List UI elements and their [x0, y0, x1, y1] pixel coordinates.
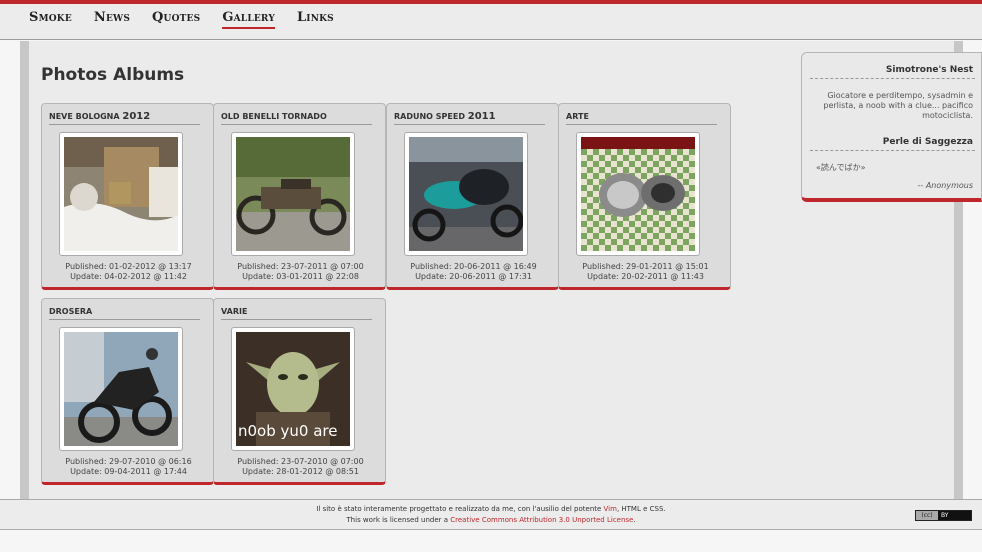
album-dates: Published: 23-07-2010 @ 07:00 Update: 28…: [214, 457, 387, 477]
sidebar-divider: [810, 78, 975, 79]
snowy-building-photo: [64, 137, 178, 251]
yoda-meme-photo: n0ob yu0 are: [236, 332, 350, 446]
creative-commons-badge-icon[interactable]: (cc) BY: [915, 510, 972, 521]
meme-caption: n0ob yu0 are: [238, 422, 337, 440]
sidebar-quote: «読んでばか»: [816, 163, 866, 172]
album-thumbnail[interactable]: n0ob yu0 are: [231, 327, 355, 451]
album-dates: Published: 20-06-2011 @ 16:49 Update: 20…: [387, 262, 560, 282]
album-card[interactable]: Varie n0ob yu0 are Published: 23-07-2010…: [213, 298, 386, 485]
album-title: Drosera: [49, 306, 200, 320]
updated-date: Update: 28-01-2012 @ 08:51: [242, 467, 359, 476]
album-thumbnail[interactable]: [231, 132, 355, 256]
album-card[interactable]: Arte Published: 29-01-2011 @ 15:01 Updat…: [558, 103, 731, 290]
vim-link[interactable]: Vim: [604, 505, 617, 513]
footer: Il sito è stato interamente progettato e…: [0, 499, 982, 530]
sidebar-quote-author: -- Anonymous: [917, 181, 973, 190]
album-thumbnail[interactable]: [404, 132, 528, 256]
metal-sculpture-photo: [581, 137, 695, 251]
album-thumbnail[interactable]: [59, 327, 183, 451]
album-thumbnail[interactable]: [59, 132, 183, 256]
album-title: Old Benelli Tornado: [221, 111, 372, 125]
album-dates: Published: 29-07-2010 @ 06:16 Update: 09…: [42, 457, 215, 477]
license-link[interactable]: Creative Commons Attribution 3.0 Unporte…: [450, 516, 633, 524]
published-date: Published: 29-01-2011 @ 15:01: [582, 262, 709, 271]
album-title: Varie: [221, 306, 372, 320]
sidebar-panel: Simotrone's Nest Giocatore e perditempo,…: [801, 52, 982, 202]
album-card[interactable]: Drosera Published: 29-07-2010 @ 06:16 Up…: [41, 298, 214, 485]
sidebar-description: Giocatore e perditempo, sysadmin e perli…: [823, 91, 973, 120]
nav-link-news[interactable]: News: [94, 10, 130, 29]
main-nav: Smoke News Quotes Gallery Links: [29, 10, 356, 29]
updated-date: Update: 03-01-2011 @ 22:08: [242, 272, 359, 281]
sidebar-title: Simotrone's Nest: [885, 65, 973, 75]
by-icon: BY: [938, 511, 971, 520]
sidebar-divider: [810, 150, 975, 151]
album-dates: Published: 01-02-2012 @ 13:17 Update: 04…: [42, 262, 215, 282]
old-motorcycle-photo: [236, 137, 350, 251]
green-motorcycle-photo: [409, 137, 524, 251]
album-card[interactable]: Neve Bologna 2012 Published: 01-02-2012 …: [41, 103, 214, 290]
footer-line-2: This work is licensed under a Creative C…: [346, 516, 636, 524]
album-card[interactable]: Raduno Speed 2011 Published: 20-06-2011 …: [386, 103, 559, 290]
album-dates: Published: 29-01-2011 @ 15:01 Update: 20…: [559, 262, 732, 282]
album-thumbnail[interactable]: [576, 132, 700, 256]
page-title: Photos Albums: [41, 65, 185, 85]
cc-icon: (cc): [916, 511, 938, 520]
album-card[interactable]: Old Benelli Tornado Published: 23-07-201…: [213, 103, 386, 290]
sidebar-quotes-title: Perle di Saggezza: [882, 137, 973, 147]
album-title: Neve Bologna 2012: [49, 111, 200, 125]
black-motorcycle-photo: [64, 332, 178, 446]
album-title: Arte: [566, 111, 717, 125]
updated-date: Update: 20-06-2011 @ 17:31: [415, 272, 532, 281]
published-date: Published: 01-02-2012 @ 13:17: [65, 262, 192, 271]
nav-link-links[interactable]: Links: [297, 10, 334, 29]
updated-date: Update: 04-02-2012 @ 11:42: [70, 272, 187, 281]
updated-date: Update: 09-04-2011 @ 17:44: [70, 467, 187, 476]
nav-link-gallery[interactable]: Gallery: [222, 10, 275, 29]
published-date: Published: 29-07-2010 @ 06:16: [65, 457, 192, 466]
nav-link-quotes[interactable]: Quotes: [152, 10, 200, 29]
updated-date: Update: 20-02-2011 @ 11:43: [587, 272, 704, 281]
published-date: Published: 20-06-2011 @ 16:49: [410, 262, 537, 271]
nav-link-smoke[interactable]: Smoke: [29, 10, 72, 29]
album-title: Raduno Speed 2011: [394, 111, 545, 125]
top-navigation-bar: Smoke News Quotes Gallery Links: [0, 0, 982, 40]
published-date: Published: 23-07-2011 @ 07:00: [237, 262, 364, 271]
published-date: Published: 23-07-2010 @ 07:00: [237, 457, 364, 466]
album-dates: Published: 23-07-2011 @ 07:00 Update: 03…: [214, 262, 387, 282]
footer-line-1: Il sito è stato interamente progettato e…: [316, 505, 666, 513]
